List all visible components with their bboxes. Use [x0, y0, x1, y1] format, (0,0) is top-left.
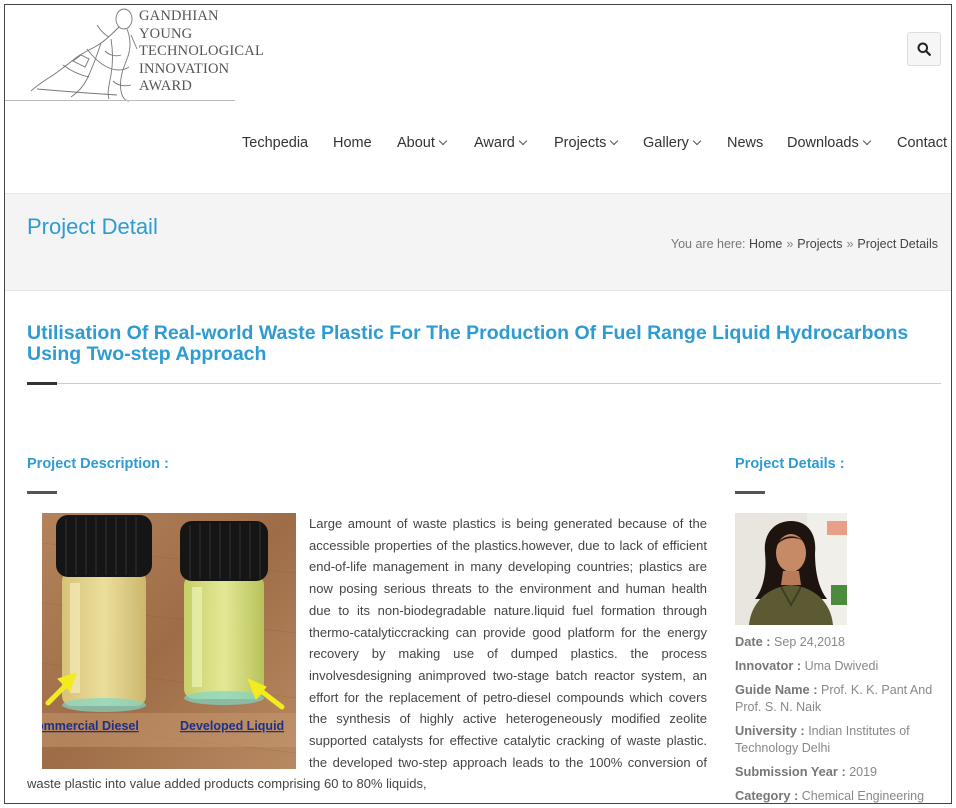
nav-downloads[interactable]: Downloads	[787, 135, 871, 151]
page-title: Project Detail	[27, 214, 158, 239]
breadcrumb-home[interactable]: Home	[749, 237, 782, 251]
detail-guide-name: Guide Name : Prof. K. K. Pant And Prof. …	[735, 682, 933, 714]
details-heading-accent	[735, 491, 765, 494]
nav-about[interactable]: About	[397, 135, 448, 151]
chevron-down-icon	[438, 136, 448, 146]
nav-projects[interactable]: Projects	[554, 135, 619, 151]
breadcrumb: You are here: Home» Projects» Project Deta…	[670, 237, 938, 251]
fuel-vials-image: ommercial Diesel Developed Liquid	[42, 513, 296, 769]
nav-news[interactable]: News	[727, 135, 763, 151]
chevron-down-icon	[692, 136, 702, 146]
project-image: ommercial Diesel Developed Liquid	[42, 513, 296, 769]
chevron-down-icon	[518, 136, 528, 146]
search-button[interactable]	[907, 32, 941, 66]
chevron-down-icon	[862, 136, 871, 146]
chevron-down-icon	[610, 136, 619, 146]
detail-category: Category : Chemical Engineering	[735, 788, 925, 803]
search-icon	[917, 42, 931, 56]
project-details-list: Date : Sep 24,2018 Innovator : Uma Dwive…	[735, 633, 935, 803]
project-title: Utilisation Of Real-world Waste Plastic …	[27, 322, 909, 365]
innovator-photo	[735, 513, 847, 625]
label-developed-liquid: Developed Liquid	[180, 719, 284, 733]
description-heading-accent	[27, 491, 57, 494]
nav-gallery[interactable]: Gallery	[643, 135, 702, 151]
title-divider-accent	[27, 382, 57, 385]
details-heading: Project Details :	[735, 456, 845, 472]
label-commercial-diesel: ommercial Diesel	[42, 719, 139, 733]
nav-home[interactable]: Home	[333, 135, 372, 151]
detail-innovator: Innovator : Uma Dwivedi	[735, 658, 879, 673]
nav-techpedia[interactable]: Techpedia	[242, 135, 308, 151]
gandhi-sketch-icon	[30, 8, 138, 102]
gyti-logo[interactable]: GANDHIAN YOUNG TECHNOLOGICAL INNOVATION …	[27, 5, 267, 105]
page-title-bar: Project Detail You are here: Home» Projec…	[5, 193, 951, 291]
breadcrumb-project-details[interactable]: Project Details	[857, 237, 938, 251]
browser-frame: GANDHIAN YOUNG TECHNOLOGICAL INNOVATION …	[4, 4, 952, 804]
detail-submission-year: Submission Year : 2019	[735, 764, 878, 779]
detail-date: Date : Sep 24,2018	[735, 634, 845, 649]
nav-award[interactable]: Award	[474, 135, 528, 151]
detail-university: University : Indian Institutes of Techno…	[735, 723, 910, 755]
logo-text: GANDHIAN YOUNG TECHNOLOGICAL INNOVATION …	[139, 8, 265, 94]
breadcrumb-projects[interactable]: Projects	[797, 237, 842, 251]
header-divider	[5, 100, 951, 101]
description-heading: Project Description :	[27, 456, 169, 472]
nav-contact[interactable]: Contact	[897, 135, 947, 151]
title-divider	[27, 383, 941, 384]
main-nav: Techpedia Home About Award Projects Gall…	[5, 135, 951, 161]
innovator-portrait-image	[735, 513, 847, 625]
